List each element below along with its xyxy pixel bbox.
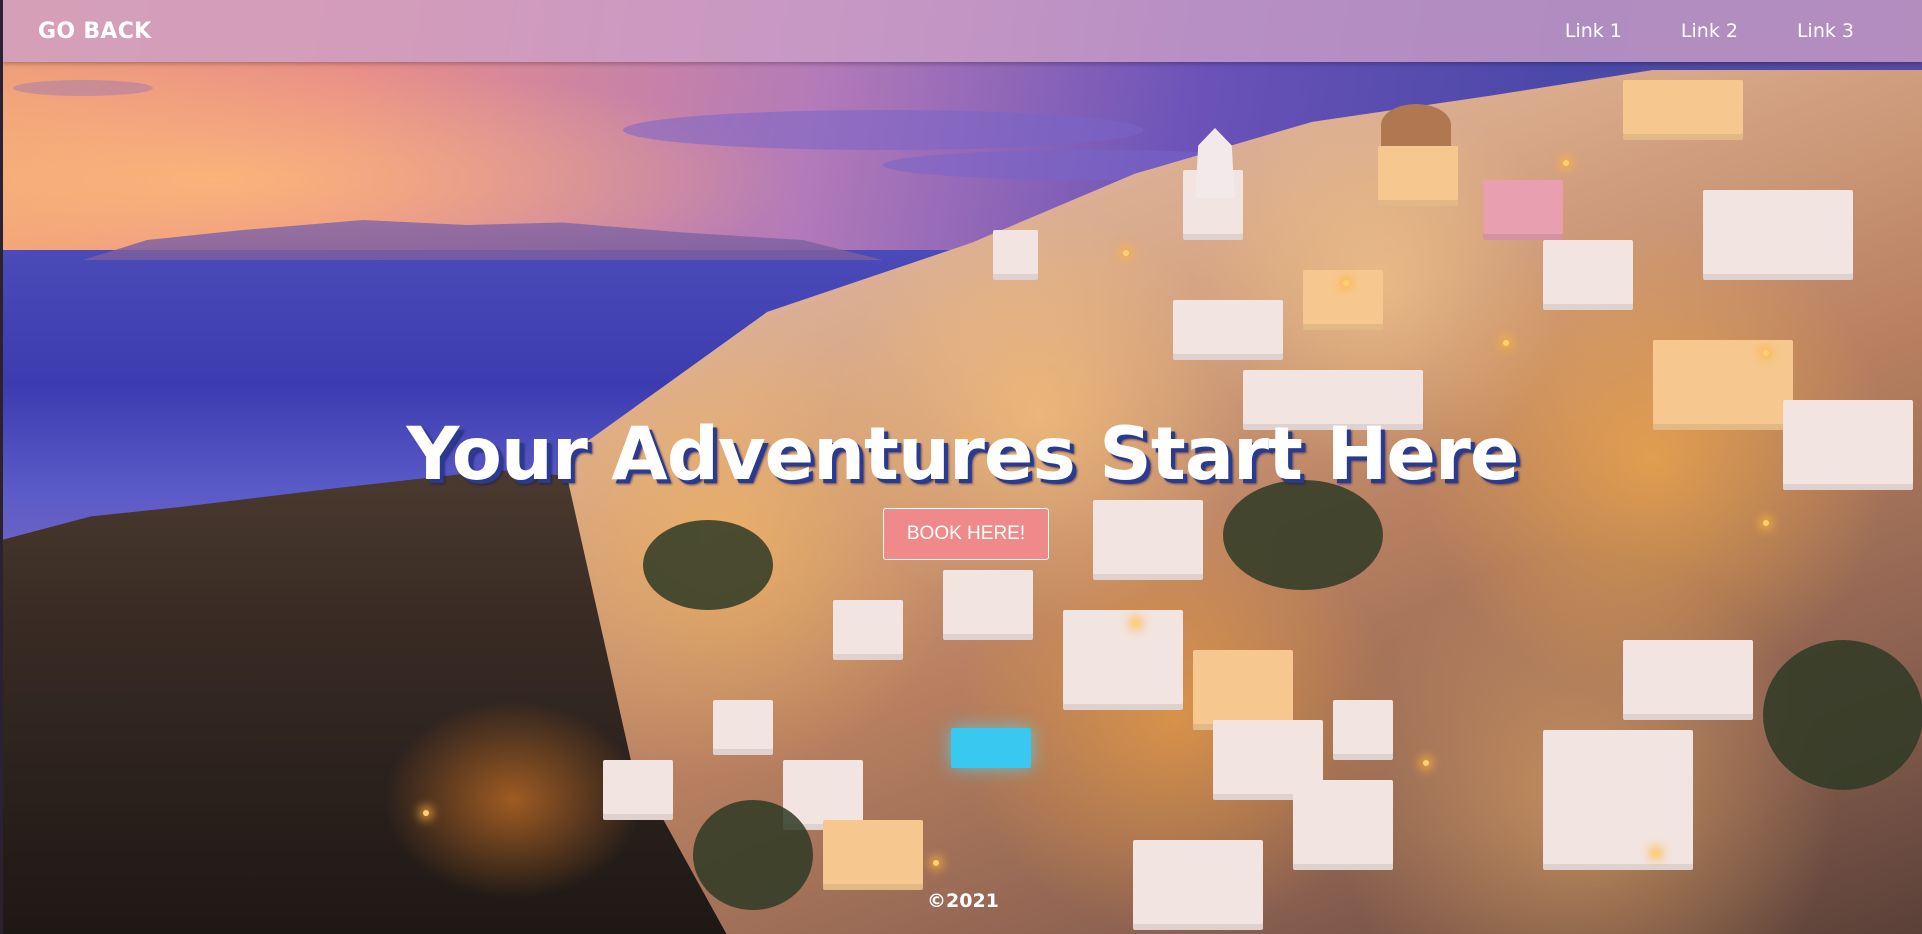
navbar: GO BACK Link 1 Link 2 Link 3 <box>3 0 1922 62</box>
nav-link-3[interactable]: Link 3 <box>1797 20 1854 42</box>
copyright-footer: ©2021 <box>927 890 999 912</box>
nav-link-1[interactable]: Link 1 <box>1565 20 1622 42</box>
nav-links: Link 1 Link 2 Link 3 <box>1565 20 1854 42</box>
nav-link-2[interactable]: Link 2 <box>1681 20 1738 42</box>
hero-section: Your Adventures Start Here BOOK HERE! ©2… <box>3 0 1922 934</box>
hero-title: Your Adventures Start Here <box>406 412 1520 497</box>
book-here-button[interactable]: BOOK HERE! <box>883 508 1049 560</box>
go-back-link[interactable]: GO BACK <box>38 19 152 44</box>
page: GO BACK Link 1 Link 2 Link 3 Your Advent… <box>0 0 1922 934</box>
